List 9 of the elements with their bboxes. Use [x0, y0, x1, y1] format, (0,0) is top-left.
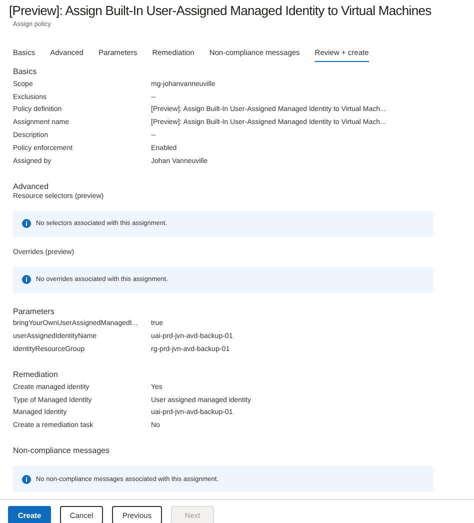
section-heading: Remediation — [13, 370, 59, 379]
section-heading: Basics — [13, 67, 38, 76]
info-icon — [22, 275, 31, 284]
page-title: [Preview]: Assign Built-In User-Assigned Managed Identity to Virtual Machines — [9, 2, 432, 20]
section-heading: Advanced — [13, 182, 50, 191]
info-icon — [22, 474, 31, 484]
info-icon — [22, 219, 31, 228]
section-heading: Non-compliance messages — [13, 446, 110, 456]
section-heading: Parameters — [13, 306, 56, 316]
